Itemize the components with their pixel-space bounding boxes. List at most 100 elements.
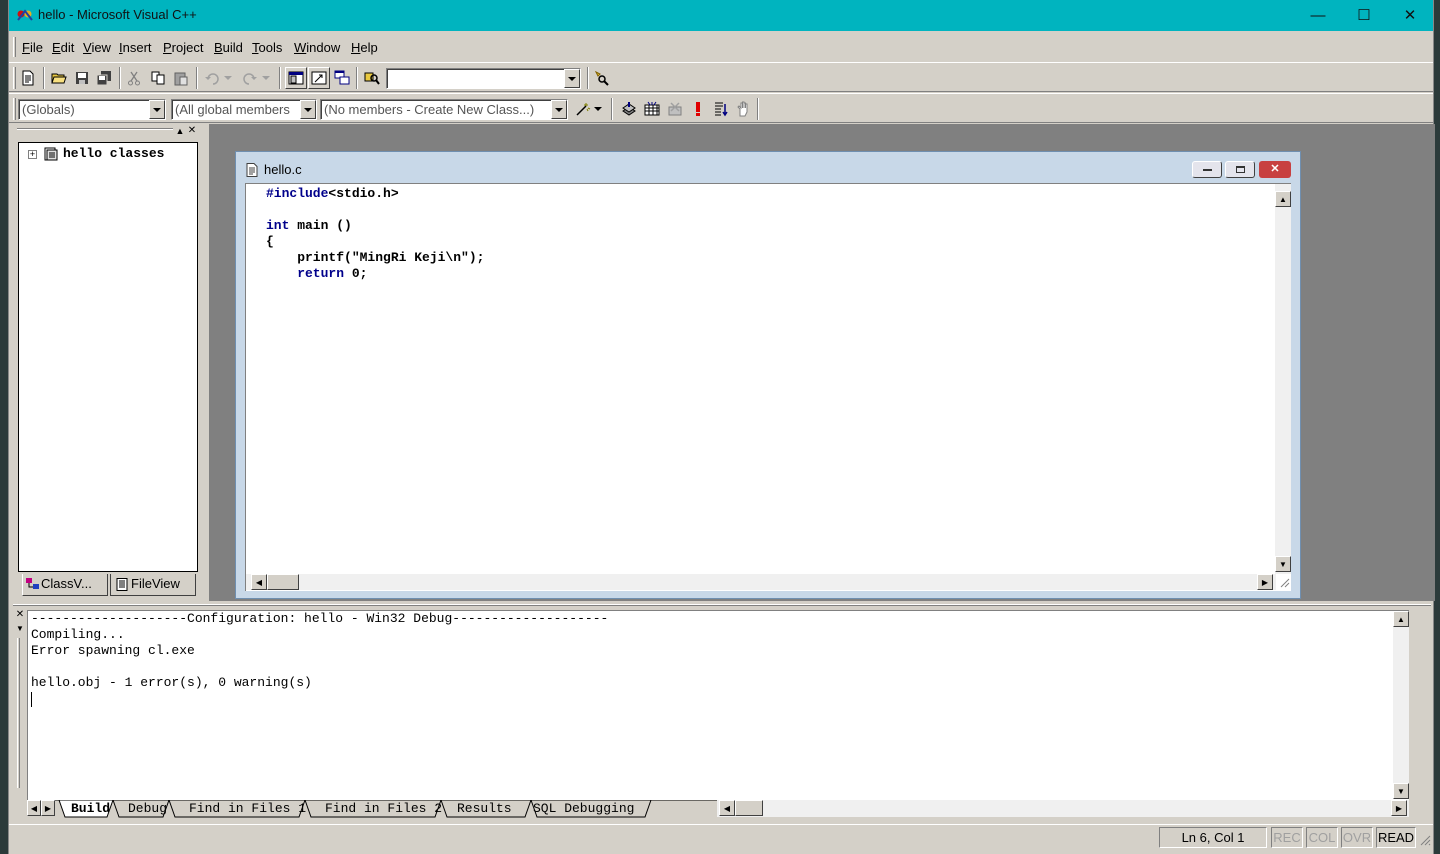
scroll-left-icon[interactable]: ◀	[251, 574, 267, 590]
build-icon[interactable]	[641, 98, 663, 120]
child-close-button[interactable]: ✕	[1259, 161, 1291, 178]
workspace-close-icon[interactable]: ✕	[187, 126, 197, 136]
build-output-text[interactable]: --------------------Configuration: hello…	[27, 610, 1409, 800]
toolbar-grip[interactable]	[13, 67, 16, 89]
wizardbar-grip[interactable]	[13, 98, 16, 120]
go-icon[interactable]	[710, 98, 732, 120]
scroll-right-icon[interactable]: ▶	[1257, 574, 1273, 590]
new-text-file-icon[interactable]	[17, 67, 39, 89]
code-editor[interactable]: #include<stdio.h> int main (){ printf("Mi…	[245, 183, 1291, 591]
members-combo[interactable]: (No members - Create New Class...)	[320, 99, 568, 120]
save-icon[interactable]	[71, 67, 93, 89]
editor-vertical-scrollbar[interactable]: ▲ ▼	[1275, 184, 1291, 574]
visual-cpp-app-icon	[17, 9, 33, 21]
tree-root-label[interactable]: hello classes	[63, 146, 164, 161]
output-line: Compiling...	[31, 627, 125, 642]
window-title: hello - Microsoft Visual C++	[38, 7, 197, 22]
rec-indicator: REC	[1271, 827, 1303, 848]
menu-project[interactable]: Project	[163, 40, 203, 55]
child-restore-button[interactable]	[1225, 161, 1255, 178]
filter-combo[interactable]: (All global members	[171, 99, 317, 120]
output-scroll-up-icon[interactable]: ▲	[1393, 611, 1409, 627]
workspace-grip[interactable]	[17, 128, 173, 130]
menu-file[interactable]: File	[22, 40, 43, 55]
status-bar: Ln 6, Col 1 REC COL OVR READ	[9, 824, 1433, 850]
output-scroll-down-icon[interactable]: ▼	[1393, 783, 1409, 799]
code-text[interactable]: #include<stdio.h> int main (){ printf("Mi…	[266, 186, 484, 282]
scroll-down-icon[interactable]: ▼	[1275, 556, 1291, 572]
menu-insert[interactable]: Insert	[119, 40, 152, 55]
redo-dropdown-arrow[interactable]	[261, 67, 271, 89]
workspace-maximize-icon[interactable]: ▲	[175, 126, 185, 136]
compile-icon[interactable]	[618, 98, 640, 120]
tab-classview[interactable]: ClassV...	[22, 574, 108, 596]
undo-dropdown-arrow[interactable]	[223, 67, 233, 89]
output-close-icon[interactable]: ✕	[15, 610, 25, 620]
editor-horizontal-scrollbar[interactable]: ◀ ▶	[246, 574, 1276, 590]
size-grip-icon[interactable]	[1419, 834, 1431, 846]
save-all-icon[interactable]	[93, 67, 115, 89]
tab-fileview[interactable]: FileView	[110, 574, 196, 596]
tab-build[interactable]: Build	[71, 800, 110, 817]
menu-build[interactable]: Build	[214, 40, 243, 55]
cut-icon[interactable]	[123, 67, 145, 89]
menu-tools[interactable]: Tools	[252, 40, 282, 55]
tab-sql-debugging[interactable]: SQL Debugging	[533, 800, 634, 817]
tab-scroll-left-icon[interactable]: ◀	[27, 800, 41, 816]
output-vertical-scrollbar[interactable]: ▲ ▼	[1393, 611, 1409, 799]
hscroll-thumb[interactable]	[735, 800, 763, 816]
output-tab-strip: ◀ ▶ Build Debug Find in Files 1 Find in …	[27, 800, 1409, 818]
tab-scroll-right-icon[interactable]: ▶	[41, 800, 55, 816]
hscroll-left-icon[interactable]: ◀	[719, 800, 735, 816]
expand-toggle-icon[interactable]: +	[28, 150, 37, 159]
close-button[interactable]: ✕	[1387, 0, 1433, 31]
filter-combo-dropdown-arrow[interactable]	[300, 100, 316, 119]
main-window: hello - Microsoft Visual C++ — ☐ ✕ File …	[8, 0, 1435, 854]
output-horizontal-scrollbar[interactable]: ◀ ▶	[717, 800, 1409, 817]
child-minimize-button[interactable]	[1192, 161, 1222, 178]
tab-debug[interactable]: Debug	[128, 800, 167, 817]
cursor-position: Ln 6, Col 1	[1159, 827, 1267, 848]
wizard-dropdown-arrow[interactable]	[593, 98, 603, 120]
menu-view[interactable]: View	[83, 40, 111, 55]
menu-window[interactable]: Window	[294, 40, 340, 55]
minimize-button[interactable]: —	[1295, 0, 1341, 31]
execute-icon[interactable]	[687, 98, 709, 120]
find-in-files-icon[interactable]	[361, 67, 383, 89]
menu-help[interactable]: Help	[351, 40, 378, 55]
text-cursor	[31, 692, 32, 707]
output-toggle-icon[interactable]	[308, 67, 330, 89]
wizard-wand-icon[interactable]	[572, 98, 594, 120]
menu-edit[interactable]: Edit	[52, 40, 74, 55]
col-indicator: COL	[1306, 827, 1338, 848]
members-combo-dropdown-arrow[interactable]	[551, 100, 567, 119]
class-combo-dropdown-arrow[interactable]	[149, 100, 165, 119]
find-combo[interactable]	[386, 68, 581, 89]
class-combo[interactable]: (Globals)	[18, 99, 166, 120]
redo-icon[interactable]	[239, 67, 261, 89]
window-list-icon[interactable]	[331, 67, 353, 89]
workspace-toggle-icon[interactable]	[285, 67, 307, 89]
scroll-up-icon[interactable]: ▲	[1275, 191, 1291, 207]
paste-icon[interactable]	[170, 67, 192, 89]
maximize-button[interactable]: ☐	[1341, 0, 1387, 31]
title-bar[interactable]: hello - Microsoft Visual C++ — ☐ ✕	[9, 0, 1433, 31]
tab-find-in-files-1[interactable]: Find in Files 1	[189, 800, 306, 817]
menubar-grip[interactable]	[13, 37, 16, 57]
tab-results[interactable]: Results	[457, 800, 512, 817]
output-grip[interactable]	[17, 638, 20, 788]
copy-icon[interactable]	[147, 67, 169, 89]
insert-breakpoint-hand-icon[interactable]	[733, 98, 755, 120]
hscroll-right-icon[interactable]: ▶	[1391, 800, 1407, 816]
output-maximize-icon[interactable]: ▼	[15, 624, 25, 634]
menu-bar: File Edit View Insert Project Build Tool…	[9, 35, 1433, 59]
resize-grip-icon[interactable]	[1278, 576, 1290, 588]
stop-build-icon[interactable]	[664, 98, 686, 120]
undo-icon[interactable]	[201, 67, 223, 89]
search-icon[interactable]	[591, 67, 613, 89]
scroll-thumb[interactable]	[267, 574, 299, 590]
find-combo-dropdown-arrow[interactable]	[564, 69, 580, 88]
tab-find-in-files-2[interactable]: Find in Files 2	[325, 800, 442, 817]
open-folder-icon[interactable]	[48, 67, 70, 89]
